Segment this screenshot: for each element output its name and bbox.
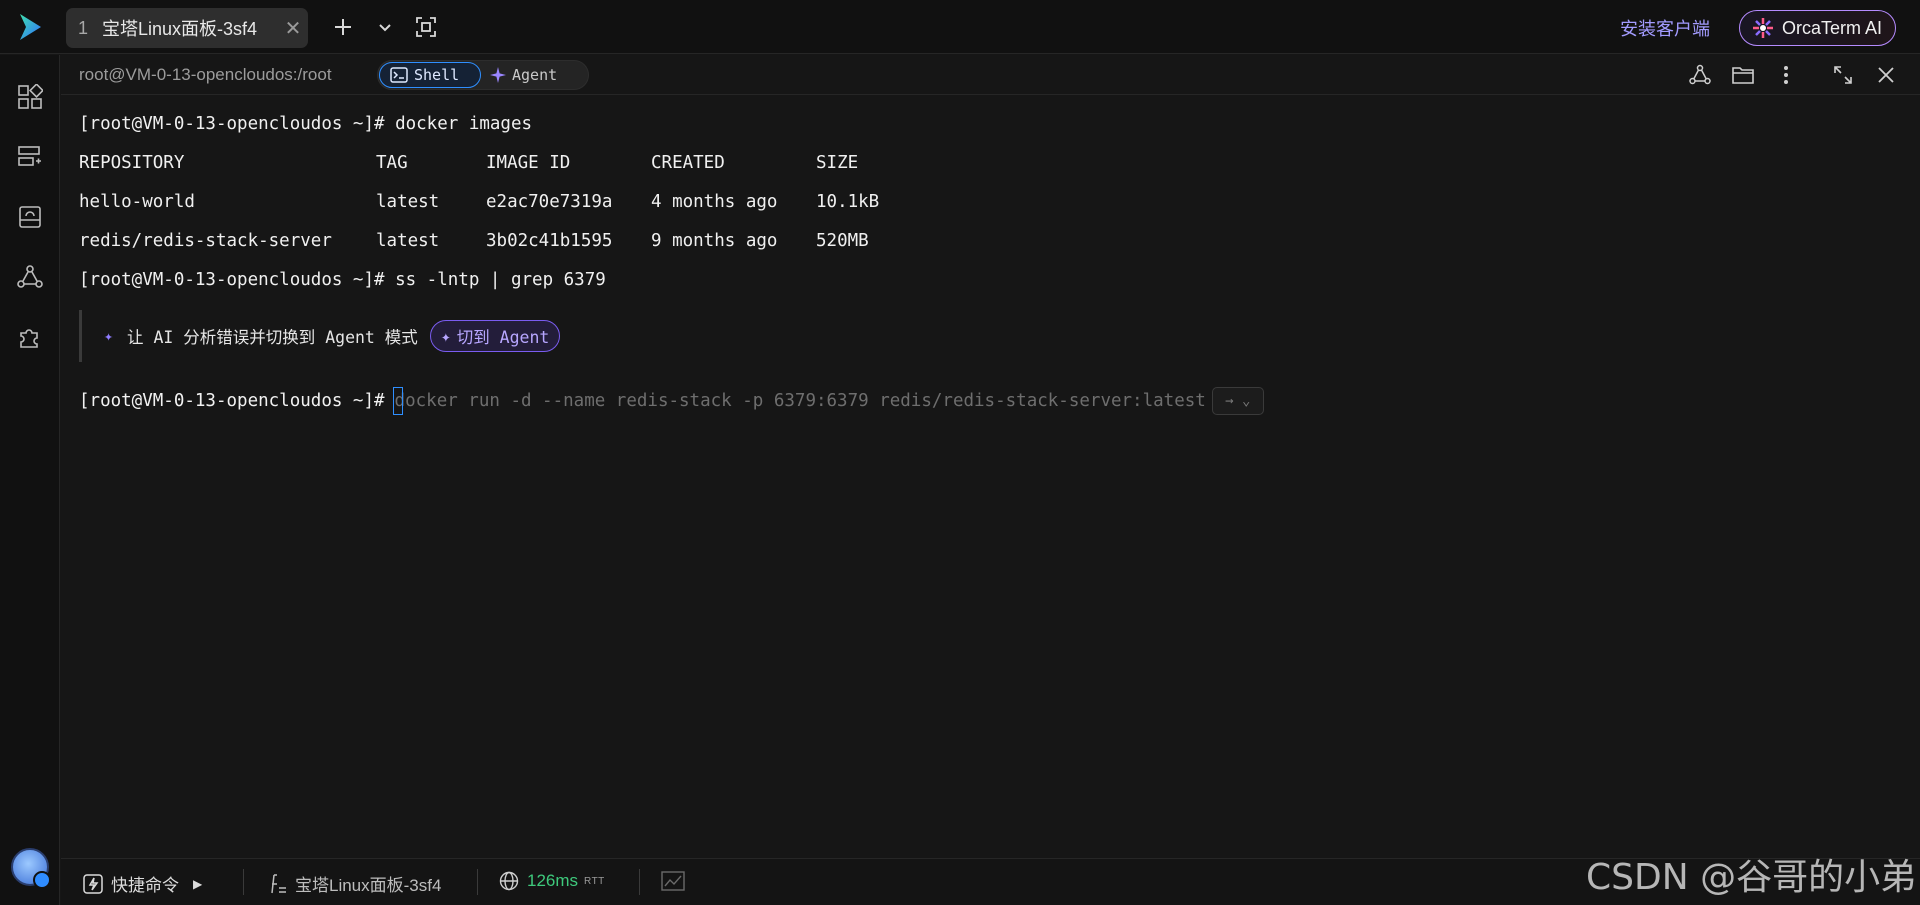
- terminal-icon: [390, 67, 408, 83]
- orcaterm-ai-button[interactable]: OrcaTerm AI: [1739, 10, 1896, 46]
- session-tab[interactable]: 1 宝塔Linux面板-3sf4 ✕: [66, 8, 308, 48]
- monitor-chart-button[interactable]: [661, 871, 685, 891]
- header-created: CREATED: [651, 153, 725, 173]
- orca-ai-icon: [1753, 18, 1773, 38]
- row-size: 520MB: [816, 231, 869, 251]
- new-tab-icon[interactable]: [330, 14, 356, 40]
- plugin-puzzle-icon[interactable]: [16, 323, 44, 351]
- sparkle-icon: ✦: [104, 327, 114, 345]
- server-name-item[interactable]: 宝塔Linux面板-3sf4: [269, 871, 441, 896]
- globe-icon: [499, 871, 519, 891]
- fullscreen-icon[interactable]: [413, 14, 439, 40]
- row-created: 9 months ago: [651, 231, 778, 251]
- latency-value: 126ms: [527, 871, 579, 890]
- csdn-watermark: CSDN @谷哥的小弟: [1586, 857, 1917, 898]
- header-tag: TAG: [376, 153, 408, 173]
- expand-icon[interactable]: [1831, 63, 1855, 87]
- ai-hint-banner: ✦ 让 AI 分析错误并切换到 Agent 模式 ✦ 切到 Agent: [79, 310, 639, 362]
- latency-unit: RTT: [584, 875, 605, 887]
- quick-commands-button[interactable]: 快捷命令 ▶: [83, 871, 202, 896]
- row-repository: redis/redis-stack-server: [79, 231, 332, 251]
- server-list-icon[interactable]: [16, 143, 44, 171]
- shell-mode-button[interactable]: Shell: [379, 62, 481, 88]
- ai-hint-text: 让 AI 分析错误并切换到 Agent 模式: [127, 328, 418, 347]
- row-image-id: e2ac70e7319a: [486, 192, 613, 212]
- mode-switch: Shell Agent: [377, 60, 589, 90]
- terminal-line-ss-grep: [root@VM-0-13-opencloudos ~]# ss -lntp |…: [79, 270, 606, 290]
- app-window: 1 宝塔Linux面板-3sf4 ✕ 安装客户端 OrcaTerm AI roo…: [0, 0, 1920, 905]
- chevron-down-icon[interactable]: [372, 14, 398, 40]
- apps-grid-icon[interactable]: [16, 83, 44, 111]
- install-client-link[interactable]: 安装客户端: [1620, 15, 1710, 41]
- app-logo-icon[interactable]: [14, 11, 46, 43]
- divider: [639, 869, 640, 895]
- share-icon[interactable]: [1688, 63, 1712, 87]
- close-tab-icon[interactable]: ✕: [278, 16, 308, 41]
- accept-suggestion-button[interactable]: → ⌄: [1211, 387, 1264, 415]
- sparkle-icon: ✦: [440, 326, 451, 346]
- monitor-chart-icon: [661, 871, 685, 891]
- tab-title: 宝塔Linux面板-3sf4: [102, 19, 258, 39]
- row-image-id: 3b02c41b1595: [486, 231, 613, 251]
- cloud-drive-icon[interactable]: [16, 203, 44, 231]
- switch-to-agent-label: 切到 Agent: [456, 328, 550, 347]
- network-share-icon[interactable]: [16, 263, 44, 291]
- shell-mode-label: Shell: [414, 66, 460, 84]
- sparkle-icon: [490, 67, 506, 83]
- top-bar: 1 宝塔Linux面板-3sf4 ✕ 安装客户端 OrcaTerm AI: [0, 0, 1920, 54]
- agent-mode-button[interactable]: Agent: [486, 62, 557, 88]
- server-name-label: 宝塔Linux面板-3sf4: [295, 876, 442, 895]
- switch-to-agent-button[interactable]: ✦ 切到 Agent: [429, 320, 561, 352]
- agent-mode-label: Agent: [512, 66, 558, 84]
- close-session-icon[interactable]: [1874, 63, 1898, 87]
- server-tower-icon: [269, 873, 287, 894]
- terminal-output[interactable]: [root@VM-0-13-opencloudos ~]# docker ima…: [61, 96, 1920, 858]
- left-sidebar: [0, 55, 60, 905]
- quick-commands-label: 快捷命令: [111, 876, 179, 895]
- row-tag: latest: [376, 231, 440, 251]
- divider: [243, 869, 244, 895]
- row-tag: latest: [376, 192, 440, 212]
- row-created: 4 months ago: [651, 192, 778, 212]
- shell-prompt: [root@VM-0-13-opencloudos ~]#: [79, 391, 385, 411]
- session-path: root@VM-0-13-opencloudos:/root: [79, 65, 332, 84]
- header-image-id: IMAGE ID: [486, 153, 571, 173]
- more-options-icon[interactable]: [1774, 63, 1798, 87]
- latency-indicator[interactable]: 126ms RTT: [499, 871, 605, 891]
- divider: [477, 869, 478, 895]
- header-size: SIZE: [816, 153, 859, 173]
- tab-number: 1: [78, 17, 89, 38]
- row-repository: hello-world: [79, 192, 195, 212]
- text-cursor: [392, 387, 403, 415]
- header-repository: REPOSITORY: [79, 153, 185, 173]
- command-suggestion: docker run -d --name redis-stack -p 6379…: [394, 391, 1206, 411]
- terminal-line-docker-images: [root@VM-0-13-opencloudos ~]# docker ima…: [79, 114, 533, 134]
- row-size: 10.1kB: [816, 192, 880, 212]
- session-header: root@VM-0-13-opencloudos:/root Shell Age…: [61, 55, 1920, 95]
- orcaterm-ai-label: OrcaTerm AI: [1782, 17, 1883, 38]
- avatar-status-badge: [33, 871, 51, 889]
- folder-icon[interactable]: [1731, 63, 1755, 87]
- command-input-line[interactable]: [root@VM-0-13-opencloudos ~]# docker run…: [79, 386, 1264, 416]
- caret-right-icon: ▶: [193, 876, 203, 891]
- lightning-icon: [83, 873, 103, 894]
